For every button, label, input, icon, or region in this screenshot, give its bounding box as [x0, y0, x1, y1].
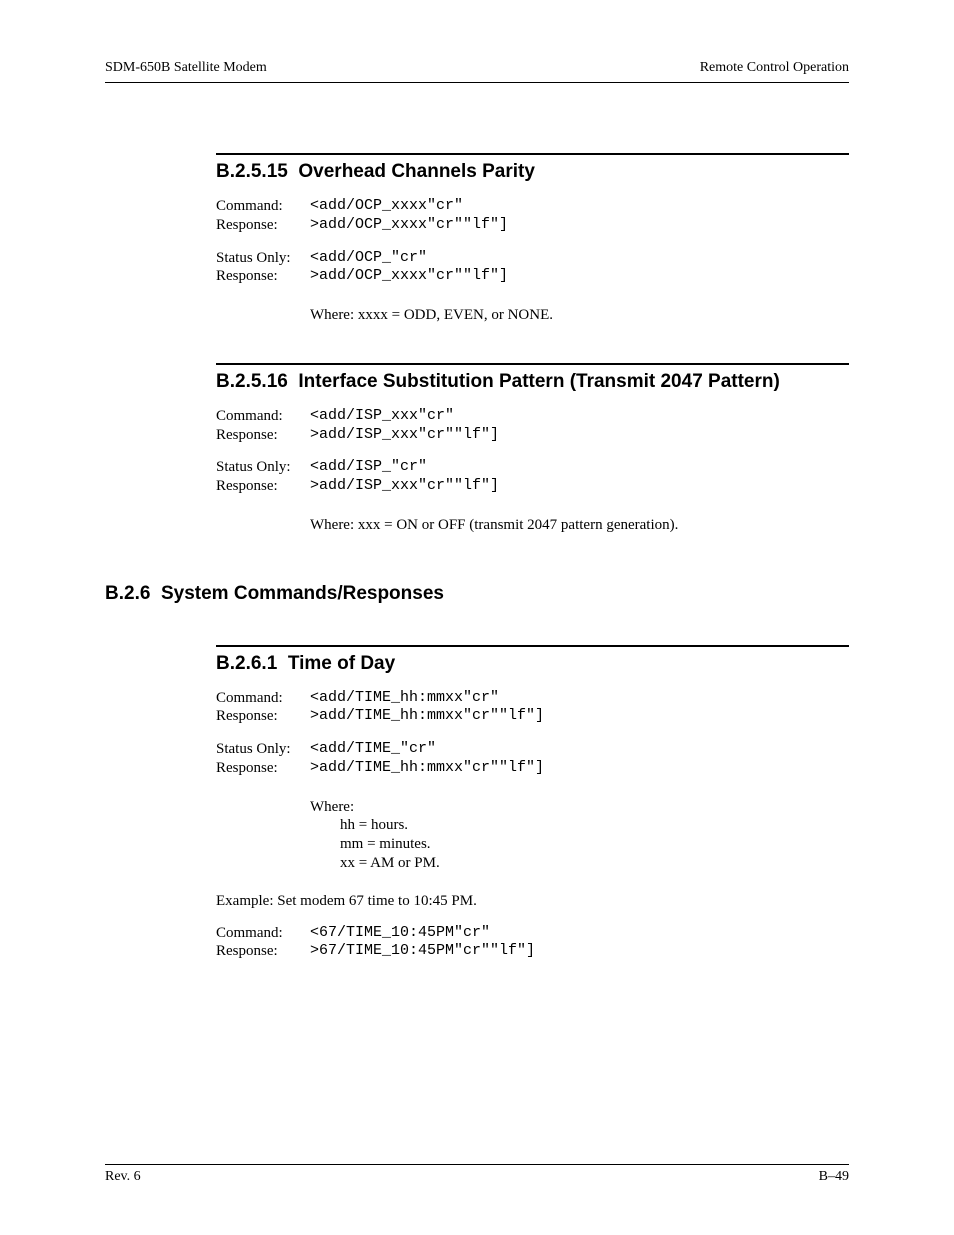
value-response: >add/ISP_xxx"cr""lf"]: [310, 426, 499, 445]
where-block: Where: hh = hours. mm = minutes. xx = AM…: [310, 798, 849, 873]
page: SDM-650B Satellite Modem Remote Control …: [0, 0, 954, 1235]
where-note: Where: xxx = ON or OFF (transmit 2047 pa…: [310, 516, 849, 535]
label-response: Response:: [216, 707, 310, 726]
section-number: B.2.5.16: [216, 371, 288, 392]
label-response: Response:: [216, 942, 310, 961]
section-title: Interface Substitution Pattern (Transmit…: [298, 371, 779, 392]
label-statusonly: Status Only:: [216, 740, 310, 759]
statusonly-row: Status Only: <add/TIME_"cr": [216, 740, 849, 759]
value-response: >add/OCP_xxxx"cr""lf"]: [310, 216, 508, 235]
footer-rule: [105, 1164, 849, 1165]
where-line-xx: xx = AM or PM.: [340, 854, 849, 873]
footer-right: B–49: [819, 1169, 849, 1185]
section-rule: [216, 363, 849, 365]
section-title: Overhead Channels Parity: [298, 161, 535, 182]
example-block: Command: <67/TIME_10:45PM"cr" Response: …: [216, 924, 849, 962]
rsp-row: Response: >add/OCP_xxxx"cr""lf"]: [216, 216, 849, 235]
section-rule: [216, 645, 849, 647]
label-command: Command:: [216, 407, 310, 426]
value-statusonly: <add/ISP_"cr": [310, 458, 427, 477]
section-b2516: B.2.5.16 Interface Substitution Pattern …: [216, 363, 849, 535]
label-response: Response:: [216, 426, 310, 445]
ex-cmd-row: Command: <67/TIME_10:45PM"cr": [216, 924, 849, 943]
example-text: Example: Set modem 67 time to 10:45 PM.: [216, 893, 849, 910]
section-number: B.2.5.15: [216, 161, 288, 182]
value-statusonly: <add/OCP_"cr": [310, 249, 427, 268]
rsp2-row: Response: >add/ISP_xxx"cr""lf"]: [216, 477, 849, 496]
ex-rsp-row: Response: >67/TIME_10:45PM"cr""lf"]: [216, 942, 849, 961]
rsp-row: Response: >add/TIME_hh:mmxx"cr""lf"]: [216, 707, 849, 726]
value-response2: >add/ISP_xxx"cr""lf"]: [310, 477, 499, 496]
header-rule: [105, 82, 849, 83]
value-response2: >add/OCP_xxxx"cr""lf"]: [310, 267, 508, 286]
value-statusonly: <add/TIME_"cr": [310, 740, 436, 759]
value-command: <67/TIME_10:45PM"cr": [310, 924, 490, 943]
rsp2-row: Response: >add/TIME_hh:mmxx"cr""lf"]: [216, 759, 849, 778]
label-response2: Response:: [216, 267, 310, 286]
cmd-row: Command: <add/ISP_xxx"cr": [216, 407, 849, 426]
footer-left: Rev. 6: [105, 1169, 141, 1185]
section-b261: B.2.6.1 Time of Day Command: <add/TIME_h…: [216, 645, 849, 893]
page-header: SDM-650B Satellite Modem Remote Control …: [105, 60, 849, 76]
major-title: System Commands/Responses: [161, 583, 444, 604]
label-statusonly: Status Only:: [216, 249, 310, 268]
value-response: >add/TIME_hh:mmxx"cr""lf"]: [310, 707, 544, 726]
where-line-hh: hh = hours.: [340, 816, 849, 835]
statusonly-row: Status Only: <add/OCP_"cr": [216, 249, 849, 268]
label-response2: Response:: [216, 477, 310, 496]
statusonly-row: Status Only: <add/ISP_"cr": [216, 458, 849, 477]
value-response2: >add/TIME_hh:mmxx"cr""lf"]: [310, 759, 544, 778]
value-response: >67/TIME_10:45PM"cr""lf"]: [310, 942, 535, 961]
rsp2-row: Response: >add/OCP_xxxx"cr""lf"]: [216, 267, 849, 286]
header-left: SDM-650B Satellite Modem: [105, 60, 267, 76]
section-number: B.2.6.1: [216, 653, 277, 674]
label-response: Response:: [216, 216, 310, 235]
major-heading: B.2.6 System Commands/Responses: [105, 583, 849, 605]
rsp-row: Response: >add/ISP_xxx"cr""lf"]: [216, 426, 849, 445]
value-command: <add/ISP_xxx"cr": [310, 407, 454, 426]
cmd-row: Command: <add/TIME_hh:mmxx"cr": [216, 689, 849, 708]
label-statusonly: Status Only:: [216, 458, 310, 477]
section-title: Time of Day: [288, 653, 395, 674]
value-command: <add/OCP_xxxx"cr": [310, 197, 463, 216]
where-line-mm: mm = minutes.: [340, 835, 849, 854]
section-heading: B.2.6.1 Time of Day: [216, 653, 849, 675]
label-command: Command:: [216, 197, 310, 216]
page-footer: Rev. 6 B–49: [105, 1164, 849, 1185]
major-number: B.2.6: [105, 583, 150, 604]
section-heading: B.2.5.16 Interface Substitution Pattern …: [216, 371, 849, 393]
label-command: Command:: [216, 689, 310, 708]
where-intro: Where:: [310, 798, 849, 817]
label-command: Command:: [216, 924, 310, 943]
where-note: Where: xxxx = ODD, EVEN, or NONE.: [310, 306, 849, 325]
section-b2515: B.2.5.15 Overhead Channels Parity Comman…: [216, 153, 849, 325]
section-rule: [216, 153, 849, 155]
cmd-row: Command: <add/OCP_xxxx"cr": [216, 197, 849, 216]
value-command: <add/TIME_hh:mmxx"cr": [310, 689, 499, 708]
section-heading: B.2.5.15 Overhead Channels Parity: [216, 161, 849, 183]
header-right: Remote Control Operation: [700, 60, 849, 76]
label-response2: Response:: [216, 759, 310, 778]
